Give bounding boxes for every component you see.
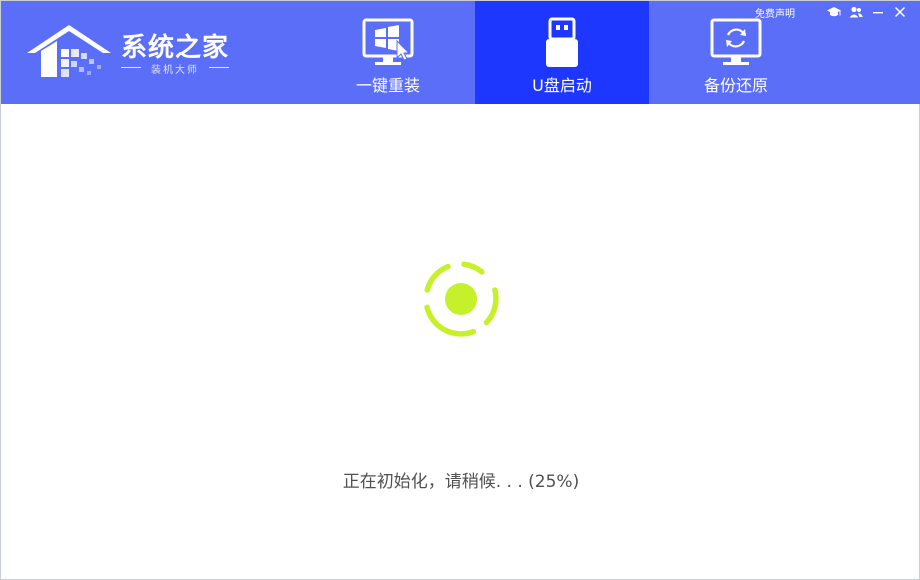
house-logo-icon (27, 25, 111, 77)
logo: 系统之家 装机大师 (23, 19, 243, 83)
tab-usb-boot[interactable]: U盘启动 (475, 1, 649, 104)
status-message: 正在初始化，请稍候. . . (25%) (342, 472, 580, 492)
backup-monitor-icon (710, 18, 762, 65)
close-icon[interactable] (893, 5, 907, 19)
header-bar: 系统之家 装机大师 一键重装 U盘启动 备份还原 免费声明 (1, 1, 920, 104)
app-window: 系统之家 装机大师 一键重装 U盘启动 备份还原 免费声明 正在初始化，请稍候.… (0, 0, 920, 580)
users-icon[interactable] (849, 5, 863, 19)
app-title: 系统之家 (121, 33, 230, 63)
tab-label: 备份还原 (703, 76, 768, 95)
graduation-cap-icon[interactable] (827, 5, 841, 19)
tab-label: 一键重装 (355, 76, 420, 95)
tab-one-click-reinstall[interactable]: 一键重装 (301, 1, 475, 104)
usb-drive-icon (546, 17, 578, 67)
loading-spinner-icon (424, 261, 499, 337)
disclaimer-link[interactable]: 免费声明 (755, 5, 795, 20)
windows-monitor-icon (362, 18, 414, 65)
tab-label: U盘启动 (532, 76, 592, 95)
title-bar-controls: 免费声明 (755, 4, 907, 20)
app-subtitle: 装机大师 (121, 61, 229, 76)
minimize-icon[interactable] (871, 5, 885, 19)
